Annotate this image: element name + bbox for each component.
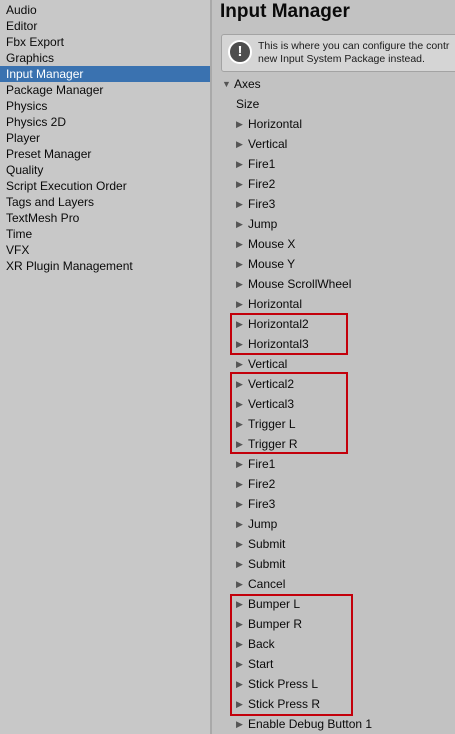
sidebar-item-fbx-export[interactable]: Fbx Export [0, 34, 210, 50]
sidebar-list: Audio Editor Fbx Export Graphics Input M… [0, 2, 210, 274]
axis-item-label: Vertical [248, 357, 288, 371]
sidebar-item-textmesh-pro[interactable]: TextMesh Pro [0, 210, 210, 226]
axis-item-mouse-scrollwheel[interactable]: ▶ Mouse ScrollWheel [236, 274, 351, 294]
highlight-box-horizontal [230, 313, 348, 355]
axis-item-jump[interactable]: ▶ Jump [236, 514, 277, 534]
axis-item-label: Fire2 [248, 177, 276, 191]
triangle-right-icon: ▶ [236, 479, 243, 489]
axis-item-submit[interactable]: ▶ Submit [236, 534, 285, 554]
triangle-right-icon: ▶ [236, 259, 243, 269]
help-text: This is where you can configure the cont… [258, 40, 455, 66]
axis-item-label: Fire1 [248, 157, 276, 171]
sidebar-item-physics[interactable]: Physics [0, 98, 210, 114]
size-label: Size [236, 97, 260, 111]
triangle-right-icon: ▶ [236, 219, 243, 229]
sidebar-item-time[interactable]: Time [0, 226, 210, 242]
axis-item-fire1[interactable]: ▶ Fire1 [236, 454, 275, 474]
axis-item-vertical[interactable]: ▶ Vertical [236, 134, 287, 154]
highlight-box-buttons [230, 594, 353, 716]
axis-item-label: Vertical [248, 137, 288, 151]
axis-item-label: Fire2 [248, 477, 276, 491]
axis-item-label: Mouse X [248, 237, 296, 251]
sidebar-item-player[interactable]: Player [0, 130, 210, 146]
axis-item-mouse-y[interactable]: ▶ Mouse Y [236, 254, 295, 274]
axis-item-horizontal[interactable]: ▶ Horizontal [236, 294, 302, 314]
axis-item-vertical[interactable]: ▶ Vertical [236, 354, 287, 374]
settings-sidebar: Audio Editor Fbx Export Graphics Input M… [0, 0, 210, 734]
sidebar-item-tags-and-layers[interactable]: Tags and Layers [0, 194, 210, 210]
axis-item-cancel[interactable]: ▶ Cancel [236, 574, 285, 594]
axis-item-horizontal[interactable]: ▶ Horizontal [236, 114, 302, 134]
triangle-right-icon: ▶ [236, 299, 243, 309]
triangle-right-icon: ▶ [236, 239, 243, 249]
axis-item-label: Mouse ScrollWheel [248, 277, 352, 291]
page-title: Input Manager [220, 1, 350, 22]
triangle-right-icon: ▶ [236, 499, 243, 509]
triangle-down-icon: ▼ [222, 79, 231, 89]
axis-item-label: Mouse Y [248, 257, 296, 271]
sidebar-item-quality[interactable]: Quality [0, 162, 210, 178]
sidebar-item-package-manager[interactable]: Package Manager [0, 82, 210, 98]
axis-item-label: Cancel [248, 577, 286, 591]
triangle-right-icon: ▶ [236, 719, 243, 729]
triangle-right-icon: ▶ [236, 119, 243, 129]
axis-item-submit[interactable]: ▶ Submit [236, 554, 285, 574]
axis-item-jump[interactable]: ▶ Jump [236, 214, 277, 234]
sidebar-item-xr-plugin-management[interactable]: XR Plugin Management [0, 258, 210, 274]
settings-main-panel: Input Manager ! This is where you can co… [212, 0, 455, 734]
triangle-right-icon: ▶ [236, 139, 243, 149]
axis-item-label: Horizontal [248, 117, 303, 131]
axis-item-label: Horizontal [248, 297, 303, 311]
axis-item-fire2[interactable]: ▶ Fire2 [236, 474, 275, 494]
highlight-box-vertical-triggers [230, 372, 348, 454]
axis-item-label: Jump [248, 217, 278, 231]
axis-item-label: Fire3 [248, 497, 276, 511]
axes-label: Axes [234, 77, 261, 91]
axis-item-label: Fire3 [248, 197, 276, 211]
sidebar-item-physics-2d[interactable]: Physics 2D [0, 114, 210, 130]
axis-item-label: Enable Debug Button 1 [248, 717, 373, 731]
sidebar-item-script-execution-order[interactable]: Script Execution Order [0, 178, 210, 194]
warning-icon: ! [228, 40, 252, 64]
axis-item-fire3[interactable]: ▶ Fire3 [236, 194, 275, 214]
triangle-right-icon: ▶ [236, 559, 243, 569]
triangle-right-icon: ▶ [236, 359, 243, 369]
axis-item-label: Jump [248, 517, 278, 531]
axis-item-fire3[interactable]: ▶ Fire3 [236, 494, 275, 514]
help-text-line-2: new Input System Package instead. [258, 53, 425, 65]
axis-item-fire1[interactable]: ▶ Fire1 [236, 154, 275, 174]
triangle-right-icon: ▶ [236, 159, 243, 169]
sidebar-item-input-manager[interactable]: Input Manager [0, 66, 210, 82]
sidebar-item-audio[interactable]: Audio [0, 2, 210, 18]
axis-item-label: Submit [248, 557, 286, 571]
help-box: ! This is where you can configure the co… [221, 34, 455, 72]
triangle-right-icon: ▶ [236, 539, 243, 549]
help-text-line-1: This is where you can configure the cont… [258, 40, 450, 52]
axes-foldout[interactable]: ▼ Axes [222, 74, 261, 94]
sidebar-item-preset-manager[interactable]: Preset Manager [0, 146, 210, 162]
axis-item-label: Submit [248, 537, 286, 551]
project-settings-window: Audio Editor Fbx Export Graphics Input M… [0, 0, 455, 734]
axis-item-fire2[interactable]: ▶ Fire2 [236, 174, 275, 194]
triangle-right-icon: ▶ [236, 459, 243, 469]
sidebar-item-editor[interactable]: Editor [0, 18, 210, 34]
triangle-right-icon: ▶ [236, 579, 243, 589]
axis-item-enable-debug-button-1[interactable]: ▶ Enable Debug Button 1 [236, 714, 372, 734]
size-field[interactable]: Size [236, 94, 259, 114]
triangle-right-icon: ▶ [236, 199, 243, 209]
sidebar-item-vfx[interactable]: VFX [0, 242, 210, 258]
axis-item-mouse-x[interactable]: ▶ Mouse X [236, 234, 295, 254]
axis-item-label: Fire1 [248, 457, 276, 471]
triangle-right-icon: ▶ [236, 519, 243, 529]
triangle-right-icon: ▶ [236, 279, 243, 289]
sidebar-item-graphics[interactable]: Graphics [0, 50, 210, 66]
triangle-right-icon: ▶ [236, 179, 243, 189]
